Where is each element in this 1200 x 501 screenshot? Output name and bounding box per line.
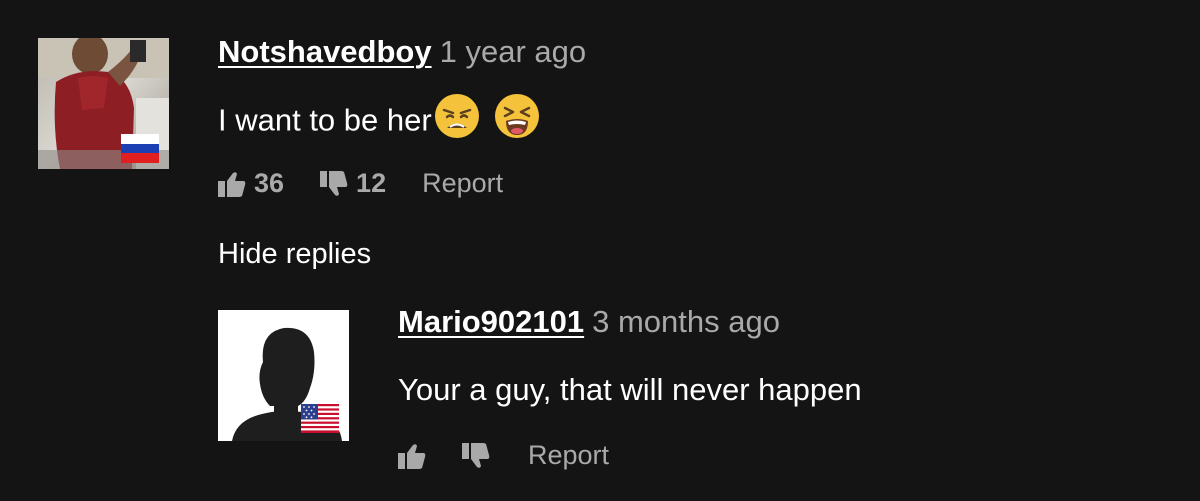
comment-body: Notshavedboy1 year ago I want to be her bbox=[218, 36, 586, 197]
dislike-count: 12 bbox=[356, 168, 387, 198]
weary-face-icon bbox=[434, 93, 480, 144]
hide-replies-button[interactable]: Hide replies bbox=[218, 240, 371, 269]
reply-dislike-button[interactable] bbox=[462, 442, 490, 469]
reply-actions: Report bbox=[398, 442, 862, 469]
thumbs-up-icon bbox=[218, 171, 246, 197]
comment-text: I want to be her bbox=[218, 94, 586, 148]
usa-flag-icon bbox=[301, 404, 339, 433]
thumbs-down-icon bbox=[462, 442, 490, 469]
like-count: 36 bbox=[254, 168, 285, 198]
reply-text: Your a guy, that will never happen bbox=[398, 372, 862, 407]
comment-text-content: I want to be her bbox=[218, 102, 432, 138]
username-link[interactable]: Notshavedboy bbox=[218, 34, 432, 69]
timestamp: 1 year ago bbox=[439, 34, 587, 69]
reply-report-link[interactable]: Report bbox=[528, 442, 609, 469]
reply-username-link[interactable]: Mario902101 bbox=[398, 304, 584, 339]
reply-meta: Mario902101 3 months ago bbox=[398, 306, 862, 337]
russia-flag-icon bbox=[121, 134, 159, 163]
reply-timestamp: 3 months ago bbox=[592, 304, 780, 339]
dislike-button[interactable]: 12 bbox=[320, 170, 386, 197]
tired-face-icon bbox=[494, 93, 540, 144]
reply-like-button[interactable] bbox=[398, 443, 426, 469]
comment-actions: 36 12 Report bbox=[218, 170, 586, 197]
reply-body: Mario902101 3 months ago Your a guy, that… bbox=[398, 306, 862, 469]
report-link[interactable]: Report bbox=[422, 170, 503, 197]
comment-meta: Notshavedboy 1 year ago bbox=[218, 36, 586, 67]
thumbs-down-icon bbox=[320, 170, 348, 197]
thumbs-up-icon bbox=[398, 443, 426, 469]
like-button[interactable]: 36 bbox=[218, 170, 284, 197]
